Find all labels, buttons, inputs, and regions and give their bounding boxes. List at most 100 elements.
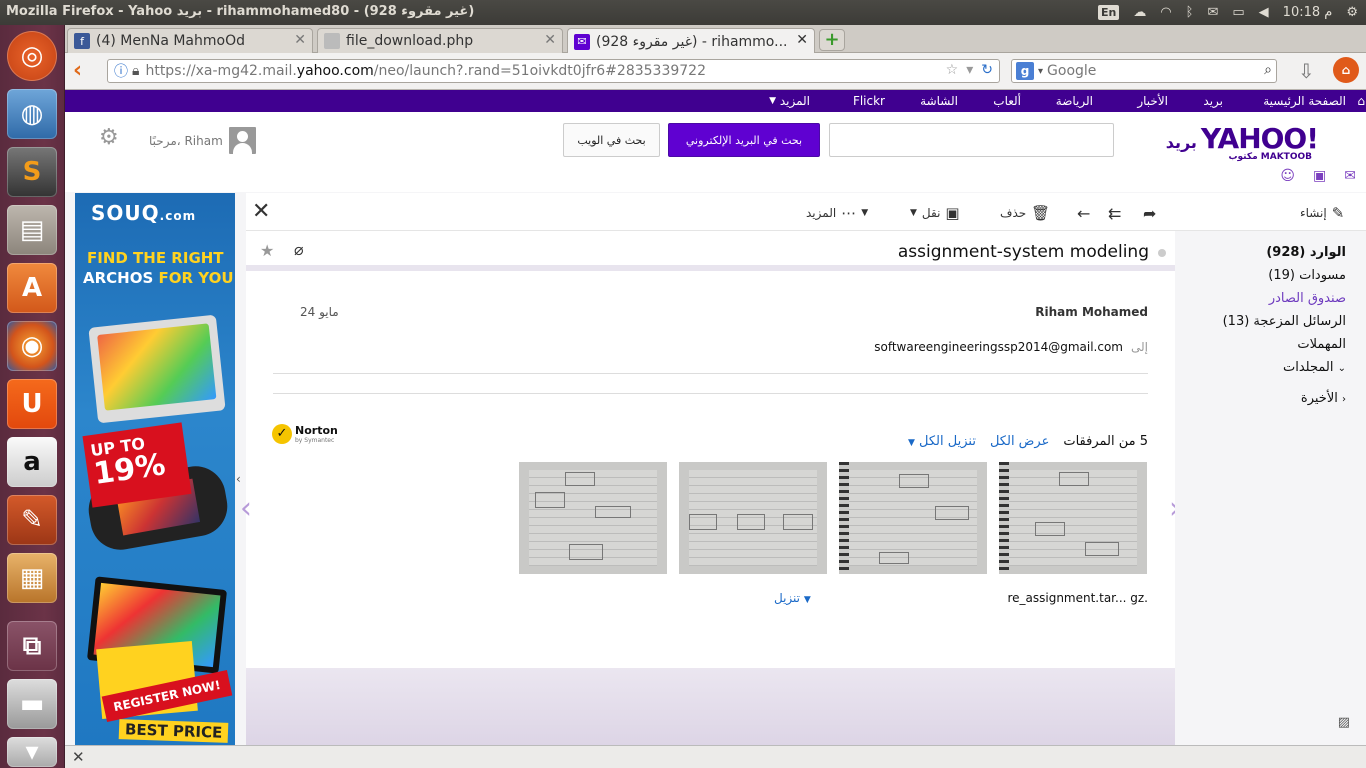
delete-button[interactable]: حذف 🗑︎ bbox=[1000, 204, 1050, 222]
gear-icon[interactable]: ⚙ bbox=[1346, 5, 1358, 20]
battery-icon[interactable]: ▭ bbox=[1232, 5, 1244, 20]
message-subject: assignment-system modeling bbox=[897, 242, 1167, 262]
nav-item-screen[interactable]: الشاشة bbox=[920, 94, 958, 108]
page-icon bbox=[324, 33, 340, 49]
nav-item-games[interactable]: ألعاب bbox=[993, 94, 1021, 108]
yahoo-header: بريد YAHOO! مكتوب MAKTOOB بحث في البريد ا… bbox=[65, 112, 1366, 192]
site-info-icon[interactable]: ⓘ bbox=[114, 61, 128, 81]
image-icon[interactable]: ▨ bbox=[1338, 715, 1350, 730]
folder-trash[interactable]: المهملات bbox=[1297, 337, 1346, 352]
url-bar[interactable]: ⓘ 🔒︎ https://xa-mg42.mail. yahoo.com/neo/… bbox=[107, 59, 1000, 83]
star-icon[interactable]: ★ bbox=[260, 241, 274, 260]
mail-indicator-icon[interactable]: ✉ bbox=[1207, 5, 1218, 20]
network-app-icon[interactable]: ◍ bbox=[7, 89, 57, 139]
dropdown-arrow-icon[interactable]: ▾ bbox=[966, 62, 973, 78]
compose-button[interactable]: إنشاء ✎ bbox=[1300, 204, 1344, 222]
firefox-icon[interactable]: ◉ bbox=[7, 321, 57, 371]
chevron-down-icon[interactable]: ▼ bbox=[769, 96, 776, 106]
yahoo-mail-logo[interactable]: بريد YAHOO! مكتوب MAKTOOB bbox=[1166, 122, 1319, 162]
browser-tab-facebook[interactable]: f (4) MenNa MahmoOd ✕ bbox=[67, 28, 313, 53]
mail-search-input[interactable] bbox=[829, 123, 1114, 157]
workspace-switcher-icon[interactable]: ⧉ bbox=[7, 621, 57, 671]
attachment-thumbnail[interactable] bbox=[999, 462, 1147, 574]
reply-button[interactable]: ← bbox=[1077, 204, 1090, 223]
trash-icon[interactable]: ▾ bbox=[7, 737, 57, 767]
clock[interactable]: 10:18 م bbox=[1283, 5, 1333, 20]
wifi-icon[interactable]: ◠ bbox=[1160, 5, 1171, 20]
google-icon[interactable]: g bbox=[1016, 62, 1034, 80]
more-button[interactable]: المزيد ⋯ ▼ bbox=[806, 204, 868, 222]
system-settings-icon[interactable]: ✎ bbox=[7, 495, 57, 545]
move-label: نقل bbox=[921, 206, 941, 220]
sender-name[interactable]: Riham Mohamed bbox=[1035, 305, 1148, 319]
presentation-icon[interactable]: ▦ bbox=[7, 553, 57, 603]
bluetooth-icon[interactable]: ᛒ bbox=[1186, 5, 1194, 20]
nav-item-flickr[interactable]: Flickr bbox=[853, 94, 885, 108]
search-mail-button[interactable]: بحث في البريد الإلكتروني bbox=[668, 123, 820, 157]
close-tab-icon[interactable]: ✕ bbox=[796, 32, 808, 48]
volume-icon[interactable]: ◀ bbox=[1259, 5, 1269, 20]
chevron-down-icon[interactable]: ▾ bbox=[1038, 66, 1043, 77]
download-link[interactable]: تنزيل ▼ bbox=[774, 591, 811, 605]
disk-drive-icon[interactable]: ▬ bbox=[7, 679, 57, 729]
download-icon[interactable]: ⇩ bbox=[1298, 59, 1315, 83]
lock-icon: 🔒︎ bbox=[132, 63, 140, 79]
contacts-icon[interactable]: ▣ bbox=[1313, 168, 1326, 184]
new-tab-button[interactable]: + bbox=[819, 29, 845, 51]
close-tab-icon[interactable]: ✕ bbox=[544, 32, 556, 48]
browser-tab-file-download[interactable]: file_download.php ✕ bbox=[317, 28, 563, 53]
addon-bar: ✕ bbox=[65, 745, 1366, 768]
home-icon[interactable]: ⌂ bbox=[1357, 94, 1365, 108]
view-all-link[interactable]: عرض الكل bbox=[990, 434, 1049, 449]
nav-item-more[interactable]: المزيد bbox=[780, 94, 810, 108]
ad-best-price: BEST PRICE bbox=[118, 719, 229, 743]
message-toolbar: ✕ المزيد ⋯ ▼ ▼ نقل ▣ حذف 🗑︎ ← ⇇ ➦ إنشاء ✎ bbox=[246, 193, 1366, 231]
folder-sent[interactable]: صندوق الصادر bbox=[1269, 291, 1346, 306]
settings-gear-icon[interactable]: ⚙ bbox=[99, 125, 119, 150]
recipient-address[interactable]: softwareengineeringssp2014@gmail.com bbox=[874, 340, 1123, 354]
smiley-icon[interactable]: ☺ bbox=[1280, 168, 1295, 184]
attachment-thumbnail[interactable] bbox=[679, 462, 827, 574]
folder-folders[interactable]: المجلدات ⌄ bbox=[1283, 360, 1346, 375]
ubuntu-one-icon[interactable]: U bbox=[7, 379, 57, 429]
mail-icon[interactable]: ✉ bbox=[1344, 168, 1356, 184]
folder-recent[interactable]: الأخيرة › bbox=[1301, 391, 1346, 406]
close-tab-icon[interactable]: ✕ bbox=[294, 32, 306, 48]
bookmark-star-icon[interactable]: ☆ bbox=[946, 62, 959, 78]
search-icon[interactable]: ⌕ bbox=[1264, 62, 1272, 78]
close-message-icon[interactable]: ✕ bbox=[252, 199, 270, 224]
avatar[interactable] bbox=[228, 127, 256, 154]
browser-tab-yahoo-mail[interactable]: ✉ (928 غير مقروء) - rihammo... ✕ bbox=[567, 28, 815, 54]
search-web-button[interactable]: بحث في الويب bbox=[563, 123, 660, 157]
cloud-icon[interactable]: ☁ bbox=[1133, 5, 1146, 20]
user-profile[interactable]: مرحبًا، Riham bbox=[149, 127, 256, 154]
forward-button[interactable]: ➦ bbox=[1143, 204, 1156, 223]
sublime-text-icon[interactable]: S bbox=[7, 147, 57, 197]
nav-item-mail[interactable]: بريد bbox=[1203, 94, 1223, 108]
file-manager-icon[interactable]: ▤ bbox=[7, 205, 57, 255]
collapse-ad-icon[interactable]: ‹ bbox=[236, 472, 241, 486]
reload-icon[interactable]: ↻ bbox=[981, 62, 993, 78]
move-button[interactable]: ▼ نقل ▣ bbox=[910, 204, 960, 222]
back-button[interactable]: ‹ bbox=[73, 59, 97, 83]
attachment-thumbnail[interactable] bbox=[519, 462, 667, 574]
attachment-thumbnail[interactable] bbox=[839, 462, 987, 574]
folder-inbox[interactable]: الوارد (928) bbox=[1266, 245, 1346, 260]
folder-drafts[interactable]: مسودات (19) bbox=[1268, 268, 1346, 283]
app-switcher: ☺ ▣ ✉ bbox=[1280, 168, 1356, 184]
nav-item-news[interactable]: الأخبار bbox=[1137, 94, 1168, 108]
keyboard-layout-indicator[interactable]: En bbox=[1097, 5, 1120, 20]
nav-item-home[interactable]: الصفحة الرئيسية bbox=[1263, 94, 1346, 108]
software-center-icon[interactable]: A bbox=[7, 263, 57, 313]
reply-all-button[interactable]: ⇇ bbox=[1108, 204, 1121, 223]
ubuntu-button[interactable]: ⌂ bbox=[1333, 57, 1359, 83]
folder-spam[interactable]: الرسائل المزعجة (13) bbox=[1223, 314, 1346, 329]
previous-attachment-arrow[interactable]: ‹ bbox=[240, 491, 252, 526]
amazon-icon[interactable]: a bbox=[7, 437, 57, 487]
ubuntu-dash-icon[interactable]: ◎ bbox=[7, 31, 57, 81]
souq-advertisement[interactable]: SOUQ.com FIND THE RIGHT ARCHOS FOR YOU U… bbox=[75, 193, 235, 745]
web-search-bar[interactable]: g ▾ Google ⌕ bbox=[1011, 59, 1277, 83]
nav-item-sports[interactable]: الرياضة bbox=[1056, 94, 1093, 108]
close-addon-bar-icon[interactable]: ✕ bbox=[72, 748, 85, 766]
download-all-link[interactable]: تنزيل الكل ▼ bbox=[908, 434, 976, 449]
